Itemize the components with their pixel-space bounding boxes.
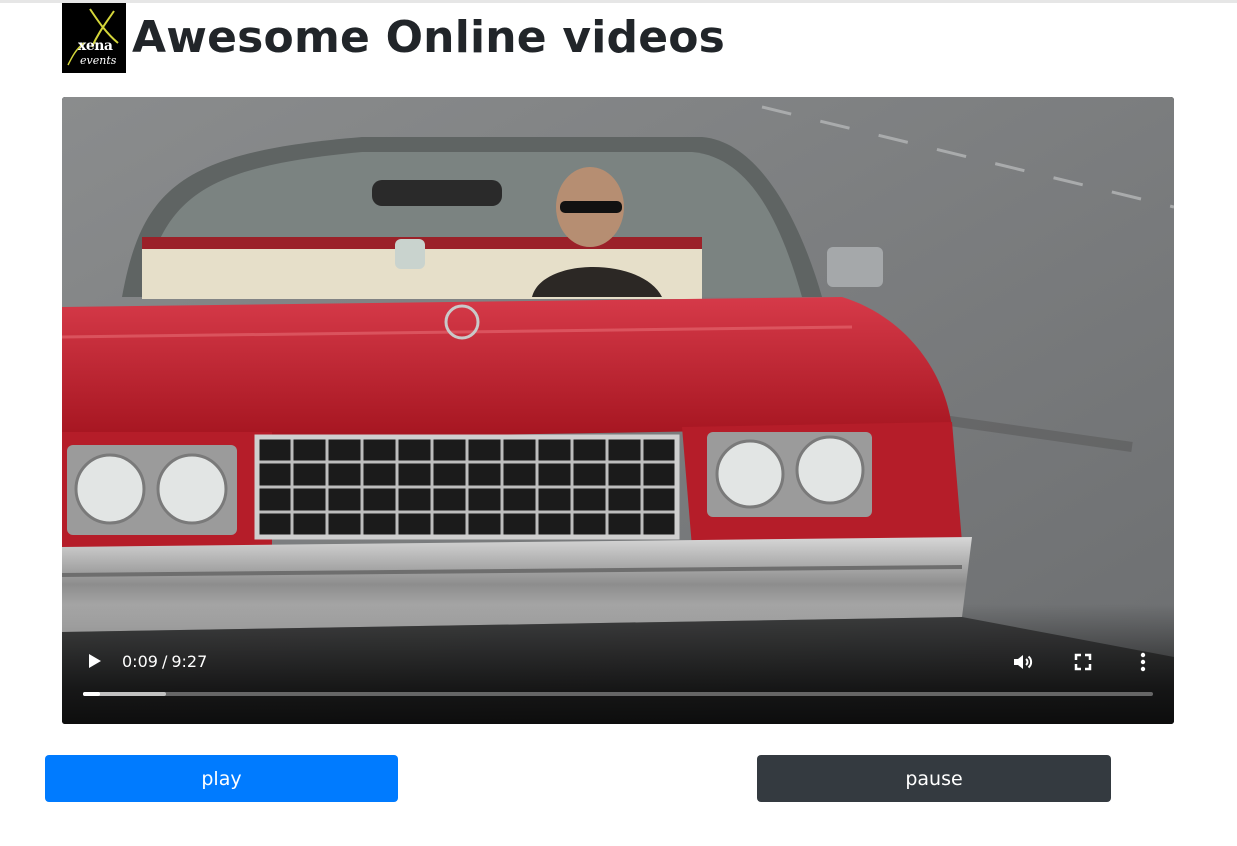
volume-icon[interactable] (1010, 649, 1036, 675)
video-player[interactable]: 0:09/9:27 (62, 97, 1174, 724)
current-time: 0:09 (122, 652, 158, 671)
controls-overlay (62, 604, 1174, 724)
time-display: 0:09/9:27 (122, 652, 207, 672)
play-button[interactable]: play (45, 755, 398, 802)
xena-events-logo: xena events (62, 3, 126, 73)
more-options-icon[interactable] (1132, 649, 1154, 675)
duration: 9:27 (171, 652, 208, 671)
logo-word: xena (78, 38, 113, 54)
fullscreen-icon[interactable] (1070, 649, 1096, 675)
progress-played (83, 692, 101, 696)
pause-button[interactable]: pause (757, 755, 1111, 802)
time-separator: / (161, 652, 168, 671)
page-title: Awesome Online videos (132, 12, 726, 63)
progress-bar[interactable] (83, 692, 1153, 696)
play-icon[interactable] (82, 649, 106, 673)
page-header: xena events Awesome Online videos (62, 3, 725, 73)
logo-subword: events (80, 54, 117, 67)
